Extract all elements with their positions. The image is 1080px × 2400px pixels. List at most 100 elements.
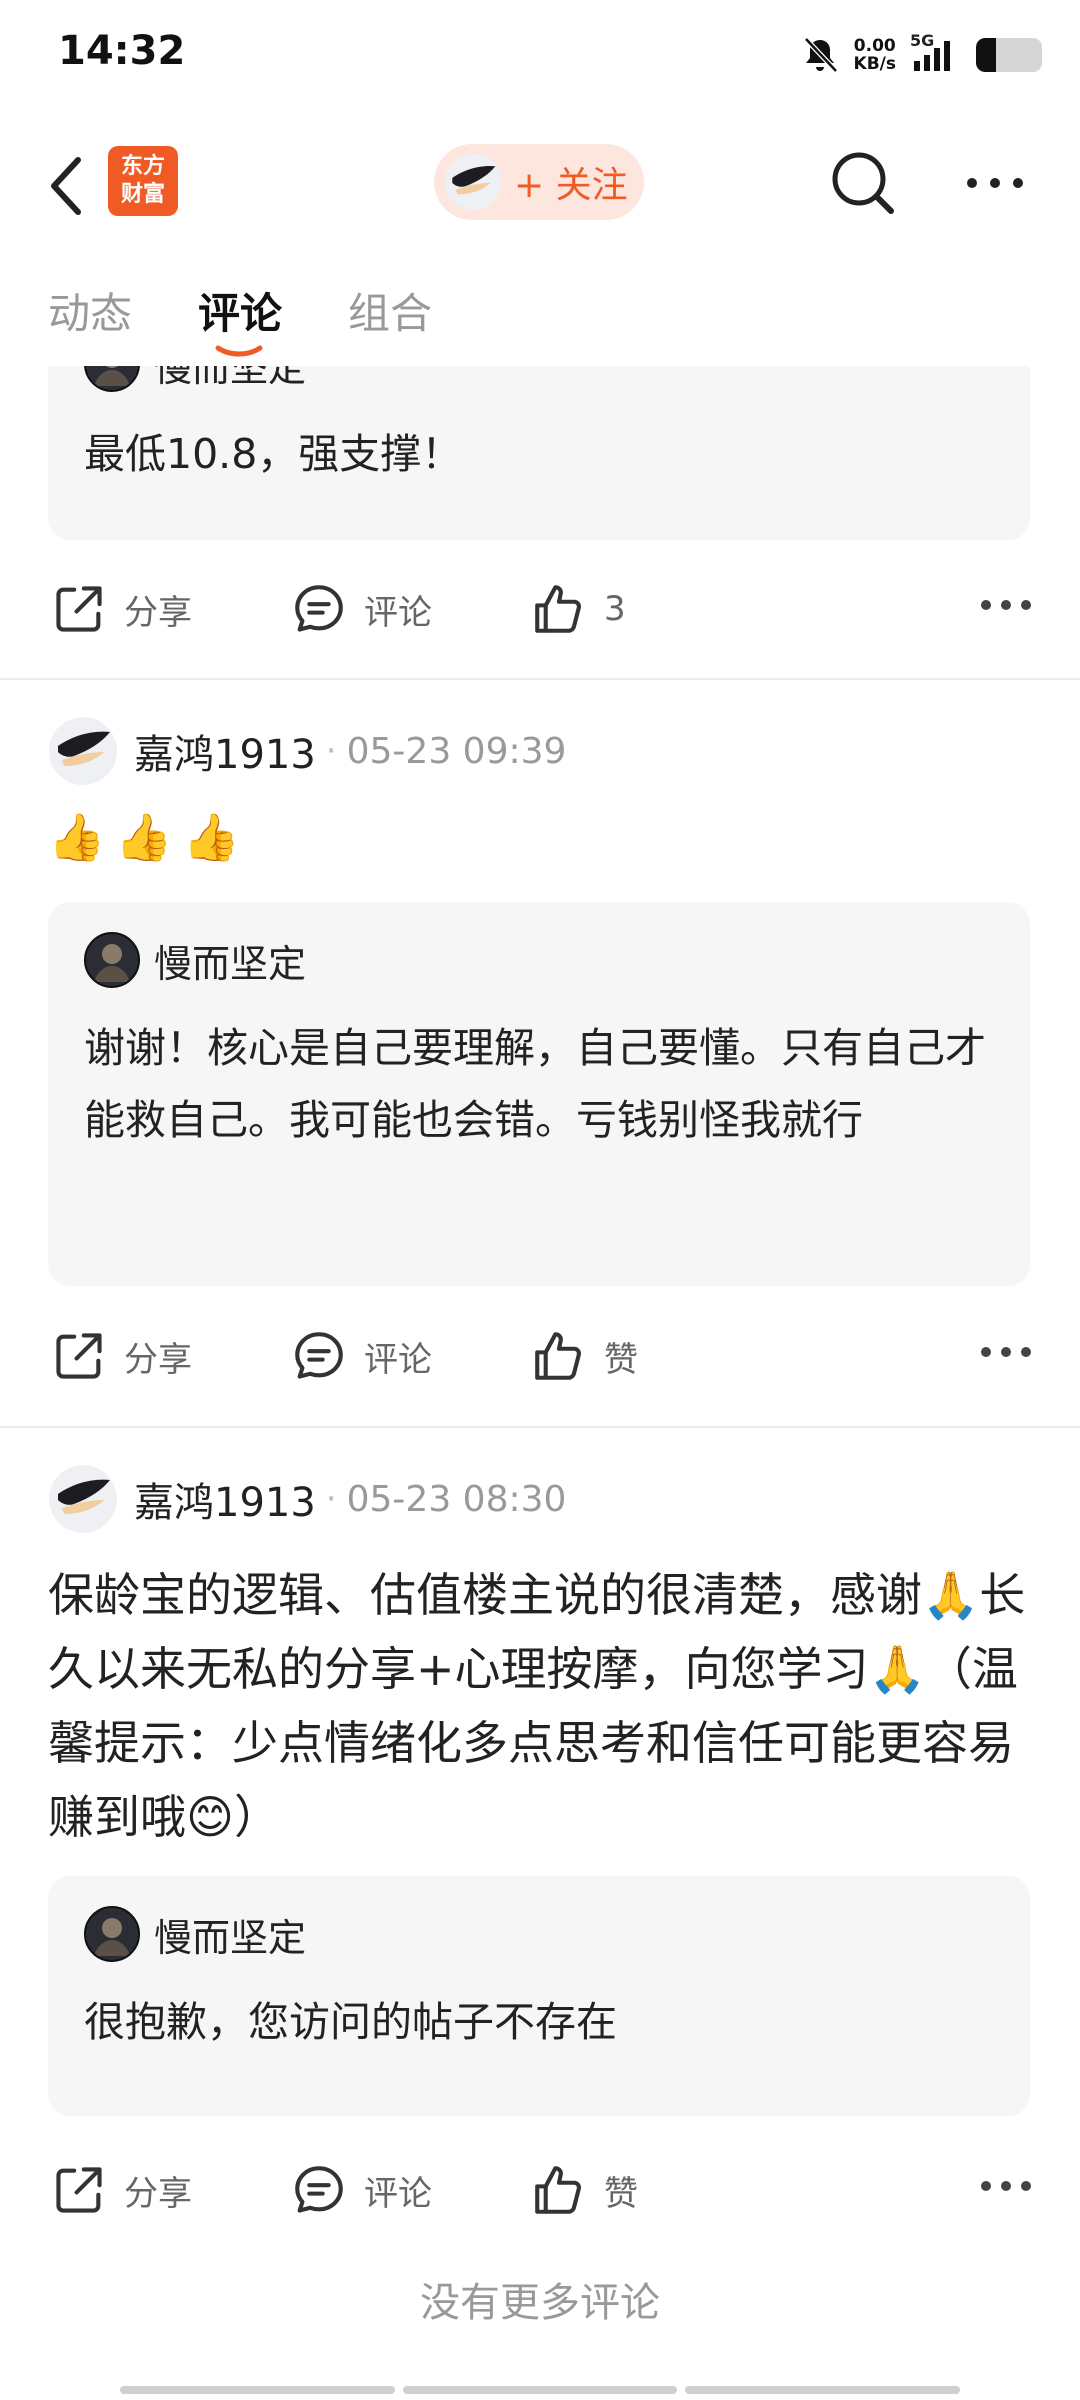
reply-username[interactable]: 慢而坚定 xyxy=(154,1907,306,1962)
share-label: 分享 xyxy=(124,1339,192,1380)
thumbs-up-icon xyxy=(530,580,588,638)
logo-line-2: 财富 xyxy=(120,182,165,207)
share-label: 分享 xyxy=(124,2173,192,2214)
post-header: 嘉鸿1913 · 05-23 09:39 xyxy=(48,711,566,791)
reply-username[interactable]: 慢而坚定 xyxy=(154,933,306,988)
like-button[interactable]: 赞 xyxy=(530,2150,638,2230)
comment-list: 慢而坚定 最低10.8，强支撑！ 分享 评论 3 嘉鸿1913 · 05-23 … xyxy=(0,366,1080,2400)
share-label: 分享 xyxy=(124,592,192,633)
action-bar: 分享 评论 赞 xyxy=(0,2150,1080,2230)
divider xyxy=(0,678,1080,680)
share-button[interactable]: 分享 xyxy=(50,569,192,649)
like-count: 3 xyxy=(604,589,626,629)
tab-dynamics[interactable]: 动态 xyxy=(48,280,132,341)
share-icon xyxy=(50,580,108,638)
app-logo[interactable]: 东方 财富 xyxy=(108,146,178,216)
net-speed: 0.00 KB/s xyxy=(854,37,896,73)
post-username[interactable]: 嘉鸿1913 xyxy=(134,1470,316,1528)
more-icon[interactable] xyxy=(978,2166,1034,2206)
post-header: 嘉鸿1913 · 05-23 08:30 xyxy=(48,1459,566,1539)
thumbs-up-emoji: 👍 xyxy=(48,810,106,864)
back-arrow-icon[interactable] xyxy=(38,146,94,226)
thumbs-up-emoji: 👍 xyxy=(115,810,173,864)
reply-box[interactable]: 慢而坚定 很抱歉，您访问的帖子不存在 xyxy=(48,1876,1030,2116)
share-button[interactable]: 分享 xyxy=(50,1316,192,1396)
comment-button[interactable]: 评论 xyxy=(290,569,432,649)
signal: 5G xyxy=(910,31,962,75)
status-bar: 14:32 0.00 KB/s 5G xyxy=(0,0,1080,112)
like-button[interactable]: 赞 xyxy=(530,1316,638,1396)
reply-username[interactable]: 慢而坚定 xyxy=(154,366,306,392)
thumbs-up-icon xyxy=(530,2161,588,2219)
post-text-part: ） xyxy=(233,1790,280,1844)
net-speed-value: 0.00 xyxy=(853,36,896,56)
tab-active-indicator xyxy=(215,345,263,357)
top-nav: 东方 财富 + 关注 xyxy=(0,112,1080,252)
user-avatar[interactable] xyxy=(48,1464,118,1534)
action-bar: 分享 评论 赞 xyxy=(0,1316,1080,1396)
comment-button[interactable]: 评论 xyxy=(290,2150,432,2230)
user-avatar[interactable] xyxy=(48,716,118,786)
reply-user: 慢而坚定 xyxy=(84,366,306,392)
tab-portfolio[interactable]: 组合 xyxy=(348,280,432,341)
status-time: 14:32 xyxy=(58,28,186,74)
more-options-icon[interactable] xyxy=(960,158,1030,208)
tab-bar: 动态 评论 组合 xyxy=(0,252,1080,366)
status-icons: 0.00 KB/s 5G xyxy=(800,30,1042,80)
thumbs-up-icon xyxy=(530,1327,588,1385)
pray-emoji: 🙏 xyxy=(922,1568,980,1622)
like-label: 赞 xyxy=(604,1339,638,1380)
home-indicator-segment xyxy=(120,2386,395,2394)
post-username[interactable]: 嘉鸿1913 xyxy=(134,722,316,780)
separator-dot: · xyxy=(325,1479,337,1519)
mute-bell-icon xyxy=(803,37,838,73)
like-button[interactable]: 3 xyxy=(530,569,626,649)
comment-button[interactable]: 评论 xyxy=(290,1316,432,1396)
author-avatar xyxy=(444,153,502,211)
action-bar: 分享 评论 3 xyxy=(0,569,1080,649)
share-icon xyxy=(50,2161,108,2219)
follow-label: + 关注 xyxy=(514,165,628,206)
net-speed-unit: KB/s xyxy=(853,54,896,74)
reply-text: 谢谢！核心是自己要理解，自己要懂。只有自己才能救自己。我可能也会错。亏钱别怪我就… xyxy=(84,1024,986,1144)
comment-label: 评论 xyxy=(364,592,432,633)
post-text-part: 保龄宝的逻辑、估值楼主说的很清楚，感谢 xyxy=(48,1568,922,1622)
share-button[interactable]: 分享 xyxy=(50,2150,192,2230)
more-icon[interactable] xyxy=(978,1332,1034,1372)
no-more-comments: 没有更多评论 xyxy=(420,2280,660,2326)
more-icon[interactable] xyxy=(978,585,1034,625)
post-text: 保龄宝的逻辑、估值楼主说的很清楚，感谢🙏长久以来无私的分享+心理按摩，向您学习🙏… xyxy=(48,1558,1038,1854)
post-time: 05-23 09:39 xyxy=(346,730,567,772)
smile-emoji: 😊 xyxy=(186,1790,234,1844)
comment-icon xyxy=(290,580,348,638)
separator-dot: · xyxy=(325,731,337,771)
post-time: 05-23 08:30 xyxy=(346,1478,567,1520)
reply-text: 最低10.8，强支撑！ xyxy=(84,430,463,478)
battery-icon xyxy=(976,38,1042,72)
reply-text: 很抱歉，您访问的帖子不存在 xyxy=(84,1998,617,2046)
reply-avatar[interactable] xyxy=(84,932,140,988)
post-emojis: 👍 👍 👍 xyxy=(48,810,240,870)
reply-user: 慢而坚定 xyxy=(84,932,306,988)
share-icon xyxy=(50,1327,108,1385)
home-indicator xyxy=(120,2386,961,2394)
divider xyxy=(0,1426,1080,1428)
comment-icon xyxy=(290,1327,348,1385)
comment-label: 评论 xyxy=(364,2173,432,2214)
follow-button[interactable]: + 关注 xyxy=(434,144,644,220)
reply-avatar[interactable] xyxy=(84,1906,140,1962)
thumbs-up-emoji: 👍 xyxy=(182,810,240,864)
reply-box[interactable]: 慢而坚定 谢谢！核心是自己要理解，自己要懂。只有自己才能救自己。我可能也会错。亏… xyxy=(48,902,1030,1286)
tab-comments[interactable]: 评论 xyxy=(198,280,282,341)
comment-label: 评论 xyxy=(364,1339,432,1380)
reply-box[interactable]: 慢而坚定 最低10.8，强支撑！ xyxy=(48,366,1030,540)
home-indicator-segment xyxy=(685,2386,961,2394)
comment-icon xyxy=(290,2161,348,2219)
home-indicator-segment xyxy=(402,2386,678,2394)
signal-icon xyxy=(914,41,950,71)
reply-user: 慢而坚定 xyxy=(84,1906,306,1962)
like-label: 赞 xyxy=(604,2173,638,2214)
search-icon[interactable] xyxy=(828,148,898,218)
reply-avatar[interactable] xyxy=(84,366,140,392)
pray-emoji: 🙏 xyxy=(868,1642,926,1696)
